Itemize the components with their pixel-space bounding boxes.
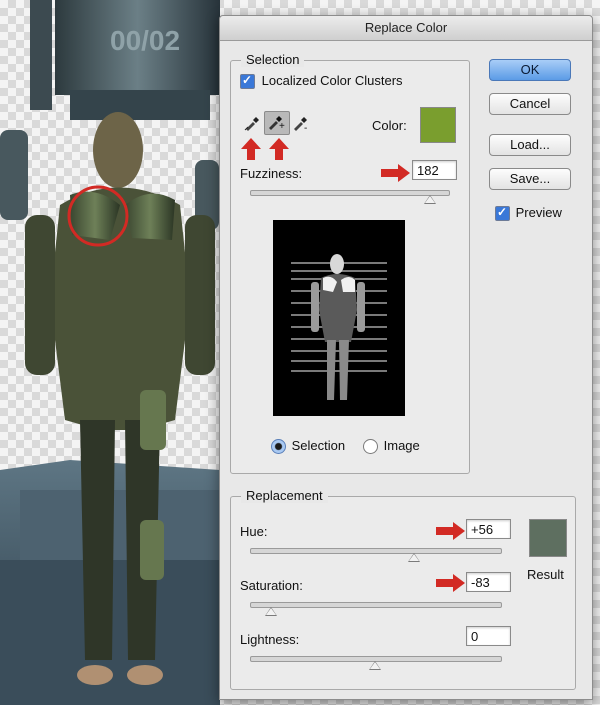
radio-image-button[interactable] (363, 439, 378, 455)
selection-group: Selection Localized Color Clusters + - C… (230, 52, 470, 474)
selection-color-swatch[interactable] (420, 107, 456, 143)
hue-label: Hue: (240, 524, 268, 539)
localized-color-clusters-row[interactable]: Localized Color Clusters (240, 73, 403, 90)
annotation-arrow-up-2 (269, 138, 289, 160)
eyedropper-plus-icon: + (269, 116, 285, 132)
selection-preview (273, 220, 405, 416)
radio-image-label: Image (383, 438, 420, 453)
preview-checkbox[interactable] (495, 205, 510, 222)
annotation-arrow-right-fuzziness (381, 164, 410, 182)
replace-color-dialog: Replace Color Selection Localized Color … (219, 15, 593, 700)
localized-color-clusters-label: Localized Color Clusters (261, 73, 403, 88)
svg-text:-: - (304, 123, 307, 132)
load-button[interactable]: Load... (489, 134, 571, 156)
annotation-arrow-right-saturation (436, 574, 465, 592)
saturation-slider-thumb[interactable] (265, 607, 278, 616)
saturation-label: Saturation: (240, 578, 303, 593)
eyedropper-icon (244, 117, 259, 131)
frame-label: 00/02 (110, 25, 180, 56)
dialog-title: Replace Color (364, 20, 448, 35)
eyedropper-plus-tool[interactable]: + (264, 111, 290, 135)
radio-selection-label: Selection (291, 438, 346, 453)
lightness-slider-thumb[interactable] (369, 661, 381, 670)
lightness-input[interactable]: 0 (466, 626, 511, 646)
save-button[interactable]: Save... (489, 168, 571, 190)
replacement-group: Replacement Hue: +56 Saturation: -83 Lig… (230, 488, 576, 690)
saturation-input[interactable]: -83 (466, 572, 511, 592)
radio-image[interactable]: Image (363, 438, 420, 455)
result-label: Result (527, 567, 564, 582)
ok-button[interactable]: OK (489, 59, 571, 81)
result-color-swatch (529, 519, 567, 557)
replacement-group-title: Replacement (241, 488, 328, 503)
saturation-slider-track[interactable] (250, 602, 502, 608)
selection-group-title: Selection (241, 52, 305, 67)
svg-text:+: + (279, 121, 285, 132)
cancel-button[interactable]: Cancel (489, 93, 571, 115)
fuzziness-slider-thumb[interactable] (424, 195, 437, 204)
annotation-arrow-up-1 (241, 138, 261, 160)
radio-selection-button[interactable] (271, 439, 286, 455)
preview-label: Preview (515, 205, 562, 220)
fuzziness-input[interactable]: 182 (412, 160, 457, 180)
localized-color-clusters-checkbox[interactable] (240, 73, 255, 90)
preview-row[interactable]: Preview (495, 205, 562, 222)
hue-slider-thumb[interactable] (407, 553, 420, 562)
dialog-titlebar[interactable]: Replace Color (220, 16, 592, 41)
hue-slider-track[interactable] (250, 548, 502, 554)
eyedropper-tool[interactable] (243, 114, 261, 135)
fuzziness-slider-track[interactable] (250, 190, 450, 196)
eyedropper-minus-icon: - (294, 117, 307, 134)
fuzziness-label: Fuzziness: (240, 166, 303, 181)
lightness-label: Lightness: (240, 632, 300, 647)
radio-selection[interactable]: Selection (271, 438, 346, 455)
eyedropper-minus-tool[interactable]: - (291, 114, 311, 135)
hue-input[interactable]: +56 (466, 519, 511, 539)
color-label: Color: (372, 118, 407, 133)
annotation-arrow-right-hue (436, 522, 465, 540)
